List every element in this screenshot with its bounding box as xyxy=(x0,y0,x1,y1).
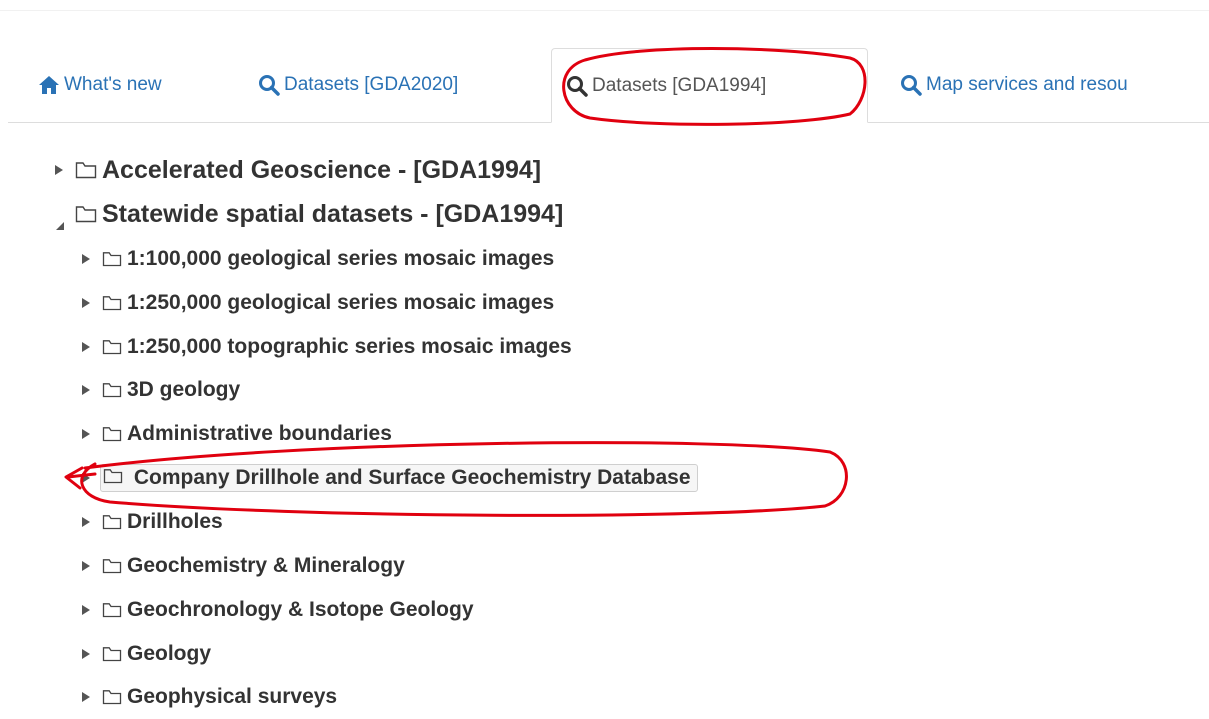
tab-overflow-clip: Map services and resou xyxy=(900,48,1209,122)
expand-arrow-icon[interactable] xyxy=(82,605,90,615)
home-icon xyxy=(38,75,60,95)
tree-node-250k-topographic[interactable]: 1:250,000 topographic series mosaic imag… xyxy=(82,325,572,369)
tree-node-company-drillhole[interactable]: Company Drillhole and Surface Geochemist… xyxy=(82,456,698,500)
folder-icon xyxy=(102,339,122,355)
expand-arrow-icon[interactable] xyxy=(82,561,90,571)
tree-node-label: Administrative boundaries xyxy=(127,422,392,445)
expand-arrow-icon[interactable] xyxy=(82,517,90,527)
tree-node-label: Geochemistry & Mineralogy xyxy=(127,554,405,577)
expand-arrow-icon[interactable] xyxy=(82,429,90,439)
collapse-arrow-icon[interactable] xyxy=(55,209,65,230)
tree-node-geochronology[interactable]: Geochronology & Isotope Geology xyxy=(82,588,474,632)
tree-node-100k-geological[interactable]: 1:100,000 geological series mosaic image… xyxy=(82,237,554,281)
folder-icon xyxy=(102,514,122,530)
tree-node-label: 1:100,000 geological series mosaic image… xyxy=(127,247,555,270)
tab-label: Datasets [GDA2020] xyxy=(284,74,459,95)
tree-node-label: Company Drillhole and Surface Geochemist… xyxy=(133,466,691,489)
expand-arrow-icon[interactable] xyxy=(55,165,63,175)
tree-node-label: 1:250,000 geological series mosaic image… xyxy=(127,291,555,314)
search-icon xyxy=(566,75,588,97)
tab-map-services[interactable]: Map services and resou xyxy=(900,48,1128,122)
tree-node-accelerated-geoscience[interactable]: Accelerated Geoscience - [GDA1994] xyxy=(55,148,541,192)
expand-arrow-icon[interactable] xyxy=(82,254,90,264)
tree-node-label: Accelerated Geoscience - [GDA1994] xyxy=(102,155,542,184)
tab-datasets-gda1994[interactable]: Datasets [GDA1994] xyxy=(551,48,868,123)
folder-icon xyxy=(75,205,97,223)
folder-icon xyxy=(102,689,122,705)
tree-node-statewide-spatial[interactable]: Statewide spatial datasets - [GDA1994] xyxy=(55,192,563,236)
tab-bar: What's new Datasets [GDA2020] Datasets [… xyxy=(8,48,1209,123)
expand-arrow-icon[interactable] xyxy=(82,692,90,702)
folder-icon xyxy=(102,426,122,442)
tab-datasets-gda2020[interactable]: Datasets [GDA2020] xyxy=(258,48,458,122)
tree-node-administrative-boundaries[interactable]: Administrative boundaries xyxy=(82,412,392,456)
expand-arrow-icon[interactable] xyxy=(82,298,90,308)
tree-node-label: Statewide spatial datasets - [GDA1994] xyxy=(102,199,564,228)
folder-icon xyxy=(102,558,122,574)
expand-arrow-icon[interactable] xyxy=(82,473,90,483)
tree-node-geology[interactable]: Geology xyxy=(82,632,211,676)
tree-node-drillholes[interactable]: Drillholes xyxy=(82,500,223,544)
tree-node-geophysical-surveys[interactable]: Geophysical surveys xyxy=(82,675,337,719)
tab-label: Map services and resou xyxy=(926,74,1128,95)
tree-node-label: 3D geology xyxy=(127,378,241,401)
search-icon xyxy=(258,74,280,96)
tab-whats-new[interactable]: What's new xyxy=(38,48,162,122)
expand-arrow-icon[interactable] xyxy=(82,649,90,659)
folder-icon xyxy=(102,602,122,618)
tab-label: Datasets [GDA1994] xyxy=(592,74,767,96)
tree-node-3d-geology[interactable]: 3D geology xyxy=(82,368,240,412)
folder-icon xyxy=(103,468,123,484)
tree-node-label: Drillholes xyxy=(127,510,223,533)
tree-node-label: Geochronology & Isotope Geology xyxy=(127,598,474,621)
tree-node-label: Geophysical surveys xyxy=(127,685,338,708)
folder-icon xyxy=(102,251,122,267)
expand-arrow-icon[interactable] xyxy=(82,385,90,395)
expand-arrow-icon[interactable] xyxy=(82,342,90,352)
selected-node-box[interactable]: Company Drillhole and Surface Geochemist… xyxy=(100,464,698,492)
folder-icon xyxy=(102,295,122,311)
folder-icon xyxy=(75,161,97,179)
tree-node-label: 1:250,000 topographic series mosaic imag… xyxy=(127,335,572,358)
tree-node-label: Geology xyxy=(127,642,212,665)
search-icon xyxy=(900,74,922,96)
top-divider xyxy=(0,10,1209,11)
tab-label: What's new xyxy=(64,74,162,95)
folder-icon xyxy=(102,646,122,662)
tree-node-250k-geological[interactable]: 1:250,000 geological series mosaic image… xyxy=(82,281,554,325)
folder-icon xyxy=(102,382,122,398)
tree-node-geochemistry-mineralogy[interactable]: Geochemistry & Mineralogy xyxy=(82,544,405,588)
